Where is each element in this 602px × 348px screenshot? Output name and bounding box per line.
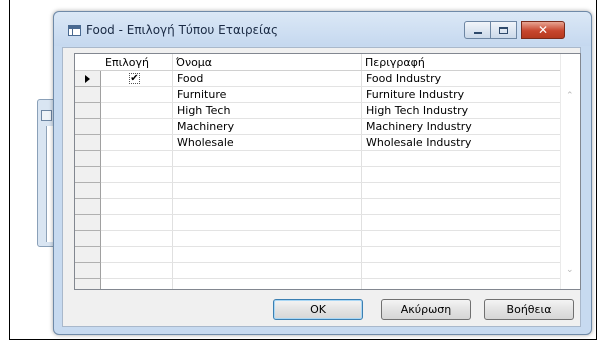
- description-cell[interactable]: Food Industry: [362, 71, 441, 87]
- dialog-body: Επιλογή Όνομα Περιγραφή ✔ Food Food Indust…: [62, 47, 581, 327]
- name-cell[interactable]: Wholesale: [173, 135, 234, 151]
- window-title: Food - Επιλογή Τύπου Εταιρείας: [86, 23, 279, 37]
- vertical-scrollbar[interactable]: ⌃ ⌄: [560, 54, 580, 289]
- company-type-dialog: Food - Επιλογή Τύπου Εταιρείας ✕ Επιλογή…: [53, 11, 592, 335]
- column-header-description[interactable]: Περιγραφή: [361, 54, 425, 71]
- title-bar[interactable]: Food - Επιλογή Τύπου Εταιρείας ✕: [54, 12, 591, 46]
- description-cell[interactable]: Machinery Industry: [362, 119, 472, 135]
- description-cell[interactable]: High Tech Industry: [362, 103, 468, 119]
- name-cell[interactable]: Furniture: [173, 87, 226, 103]
- row-selector[interactable]: [75, 199, 101, 215]
- row-selector[interactable]: [75, 135, 101, 151]
- row-selector[interactable]: [75, 231, 101, 247]
- close-icon: ✕: [537, 23, 549, 37]
- minimize-button[interactable]: [464, 21, 491, 39]
- row-selector[interactable]: [75, 119, 101, 135]
- description-cell[interactable]: Furniture Industry: [362, 87, 464, 103]
- close-button[interactable]: ✕: [521, 21, 565, 39]
- row-selector[interactable]: [75, 167, 101, 183]
- scroll-down-icon[interactable]: ⌄: [566, 266, 574, 275]
- row-selector[interactable]: [75, 183, 101, 199]
- select-cell[interactable]: [101, 103, 176, 119]
- description-cell[interactable]: Wholesale Industry: [362, 135, 471, 151]
- select-cell[interactable]: [101, 87, 176, 103]
- row-selector[interactable]: [75, 103, 101, 119]
- select-cell[interactable]: ✔: [101, 71, 176, 87]
- company-type-grid[interactable]: Επιλογή Όνομα Περιγραφή ✔ Food Food Indust…: [74, 53, 581, 290]
- scroll-up-icon[interactable]: ⌃: [566, 92, 574, 101]
- maximize-button[interactable]: [491, 21, 517, 39]
- select-cell[interactable]: [101, 135, 176, 151]
- row-selector[interactable]: [75, 87, 101, 103]
- select-cell[interactable]: [101, 119, 176, 135]
- column-header-select[interactable]: Επιλογή: [101, 54, 149, 71]
- name-cell[interactable]: Food: [173, 71, 203, 87]
- row-selector[interactable]: [75, 279, 101, 289]
- table-window-icon: [68, 25, 81, 36]
- checkmark-icon[interactable]: ✔: [129, 73, 140, 84]
- row-selector[interactable]: [75, 71, 101, 87]
- help-button[interactable]: Βοήθεια: [484, 299, 574, 320]
- maximize-icon: [499, 26, 508, 34]
- row-selector[interactable]: [75, 263, 101, 279]
- cancel-button[interactable]: Ακύρωση: [381, 299, 471, 320]
- row-selector[interactable]: [75, 247, 101, 263]
- row-selector[interactable]: [75, 215, 101, 231]
- name-cell[interactable]: Machinery: [173, 119, 234, 135]
- name-cell[interactable]: High Tech: [173, 103, 230, 119]
- table-window-icon: [41, 110, 52, 121]
- ok-button[interactable]: OK: [273, 299, 363, 320]
- triangle-right-icon: [85, 75, 90, 83]
- minimize-icon: [473, 32, 482, 34]
- row-selector[interactable]: [75, 151, 101, 167]
- column-header-name[interactable]: Όνομα: [172, 54, 212, 71]
